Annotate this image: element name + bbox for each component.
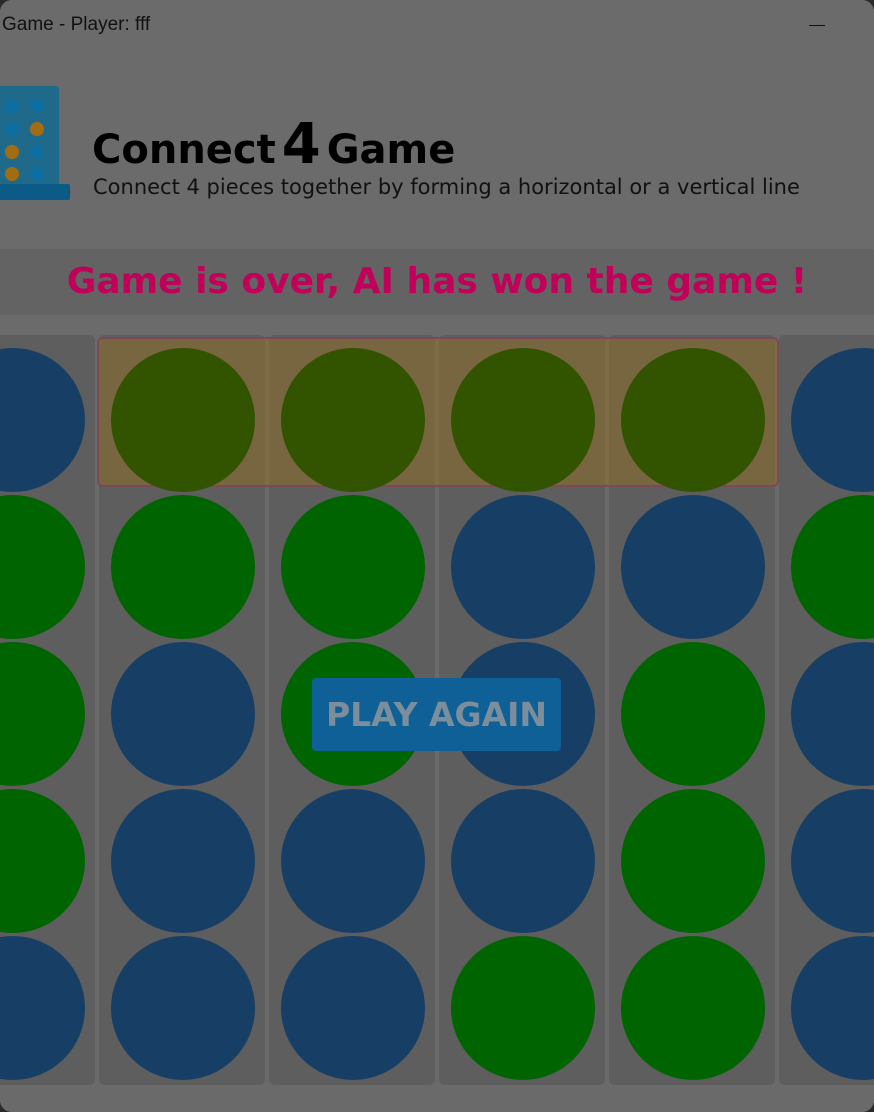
title-word-connect: Connect (92, 127, 276, 173)
game-over-message: Game is over, AI has won the game ! (66, 261, 808, 302)
winning-disc (621, 348, 765, 492)
minimize-icon (809, 25, 825, 26)
blue-disc (451, 789, 595, 933)
green-disc (111, 495, 255, 639)
minimize-button[interactable] (800, 8, 836, 44)
window-title: Game - Player: fff (2, 14, 151, 35)
green-disc (451, 936, 595, 1080)
status-banner: Game is over, AI has won the game ! (0, 249, 874, 315)
game-window: Game - Player: fff Connect 4 Game Connect … (0, 0, 874, 1112)
title-bar: Game - Player: fff (0, 0, 874, 52)
green-disc (281, 495, 425, 639)
blue-disc (451, 495, 595, 639)
page-title: Connect 4 Game (92, 112, 455, 177)
winning-disc (281, 348, 425, 492)
blue-disc (621, 495, 765, 639)
connect-four-logo-icon (0, 86, 70, 200)
green-disc (621, 936, 765, 1080)
blue-disc (281, 789, 425, 933)
green-disc (621, 789, 765, 933)
blue-disc (111, 789, 255, 933)
blue-disc (111, 936, 255, 1080)
winning-disc (111, 348, 255, 492)
blue-disc (281, 936, 425, 1080)
page-subtitle: Connect 4 pieces together by forming a h… (93, 175, 800, 199)
title-word-game: Game (326, 127, 456, 173)
green-disc (621, 642, 765, 786)
title-word-four: 4 (281, 112, 321, 177)
play-again-button[interactable]: PLAY AGAIN (312, 678, 561, 751)
blue-disc (111, 642, 255, 786)
winning-disc (451, 348, 595, 492)
